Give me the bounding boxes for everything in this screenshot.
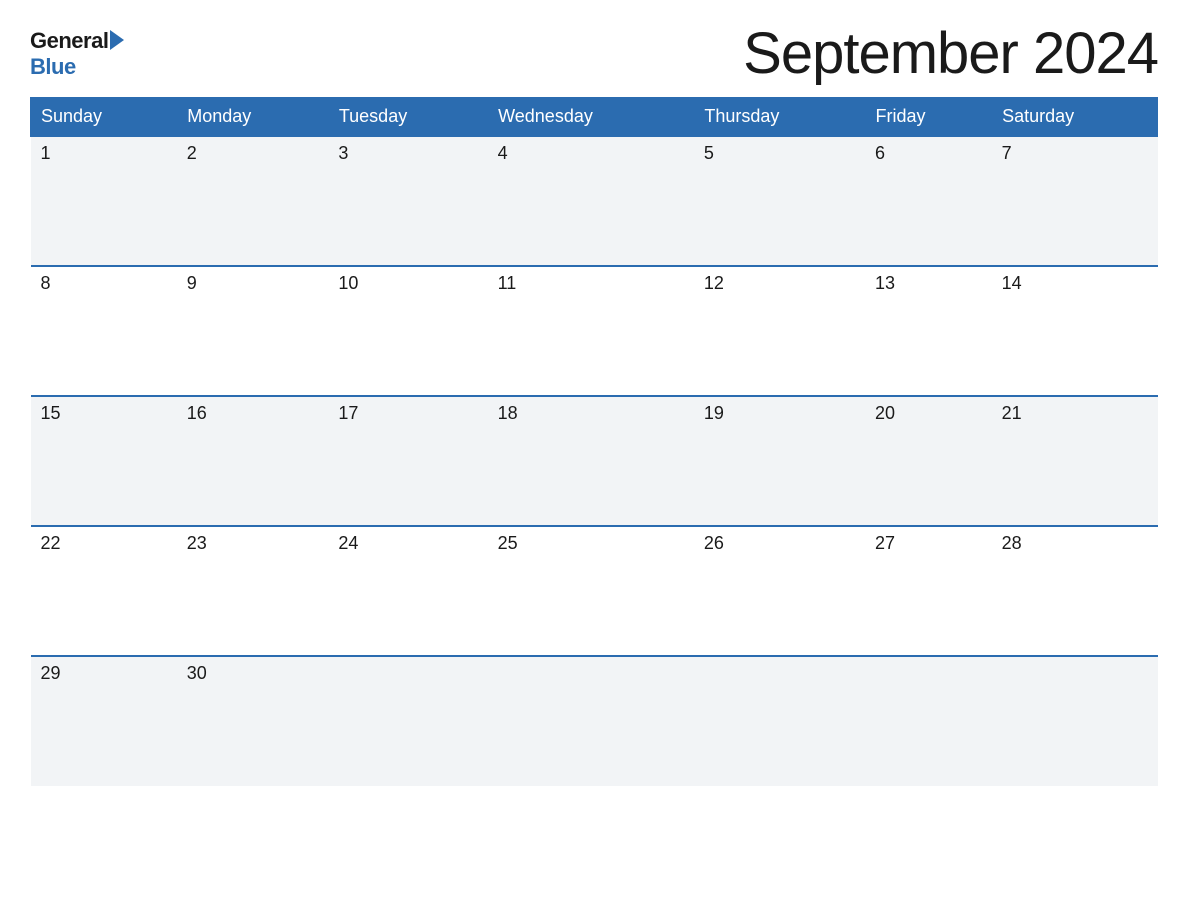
day-headers-row: Sunday Monday Tuesday Wednesday Thursday… — [31, 98, 1158, 137]
day-empty-3 — [694, 656, 865, 786]
day-17: 17 — [328, 396, 487, 526]
logo-general-text: General — [30, 28, 108, 54]
day-19: 19 — [694, 396, 865, 526]
day-5: 5 — [694, 136, 865, 266]
day-24: 24 — [328, 526, 487, 656]
day-29: 29 — [31, 656, 177, 786]
logo: General Blue — [30, 28, 124, 80]
week-row-1: 1 2 3 4 5 6 7 — [31, 136, 1158, 266]
day-22: 22 — [31, 526, 177, 656]
day-25: 25 — [488, 526, 694, 656]
header-sunday: Sunday — [31, 98, 177, 137]
day-6: 6 — [865, 136, 992, 266]
day-16: 16 — [177, 396, 329, 526]
day-empty-1 — [328, 656, 487, 786]
day-26: 26 — [694, 526, 865, 656]
day-30: 30 — [177, 656, 329, 786]
calendar-header: Sunday Monday Tuesday Wednesday Thursday… — [31, 98, 1158, 137]
header-friday: Friday — [865, 98, 992, 137]
logo-blue-text: Blue — [30, 54, 124, 80]
header-saturday: Saturday — [992, 98, 1158, 137]
calendar-table: Sunday Monday Tuesday Wednesday Thursday… — [30, 97, 1158, 786]
header-wednesday: Wednesday — [488, 98, 694, 137]
day-empty-4 — [865, 656, 992, 786]
day-27: 27 — [865, 526, 992, 656]
day-18: 18 — [488, 396, 694, 526]
day-14: 14 — [992, 266, 1158, 396]
day-2: 2 — [177, 136, 329, 266]
logo-text: General Blue — [30, 28, 124, 80]
day-15: 15 — [31, 396, 177, 526]
logo-triangle-icon — [110, 30, 124, 50]
day-12: 12 — [694, 266, 865, 396]
day-4: 4 — [488, 136, 694, 266]
calendar-body: 1 2 3 4 5 6 7 8 9 10 11 12 13 14 15 16 1… — [31, 136, 1158, 786]
day-3: 3 — [328, 136, 487, 266]
week-row-3: 15 16 17 18 19 20 21 — [31, 396, 1158, 526]
day-7: 7 — [992, 136, 1158, 266]
month-title: September 2024 — [743, 20, 1158, 87]
day-23: 23 — [177, 526, 329, 656]
day-empty-5 — [992, 656, 1158, 786]
header-thursday: Thursday — [694, 98, 865, 137]
calendar-page: General Blue September 2024 Sunday Monda… — [0, 0, 1188, 918]
page-header: General Blue September 2024 — [30, 20, 1158, 87]
day-11: 11 — [488, 266, 694, 396]
header-tuesday: Tuesday — [328, 98, 487, 137]
week-row-5: 29 30 — [31, 656, 1158, 786]
day-1: 1 — [31, 136, 177, 266]
day-empty-2 — [488, 656, 694, 786]
week-row-4: 22 23 24 25 26 27 28 — [31, 526, 1158, 656]
day-10: 10 — [328, 266, 487, 396]
week-row-2: 8 9 10 11 12 13 14 — [31, 266, 1158, 396]
header-monday: Monday — [177, 98, 329, 137]
day-20: 20 — [865, 396, 992, 526]
day-28: 28 — [992, 526, 1158, 656]
day-8: 8 — [31, 266, 177, 396]
day-13: 13 — [865, 266, 992, 396]
day-9: 9 — [177, 266, 329, 396]
day-21: 21 — [992, 396, 1158, 526]
